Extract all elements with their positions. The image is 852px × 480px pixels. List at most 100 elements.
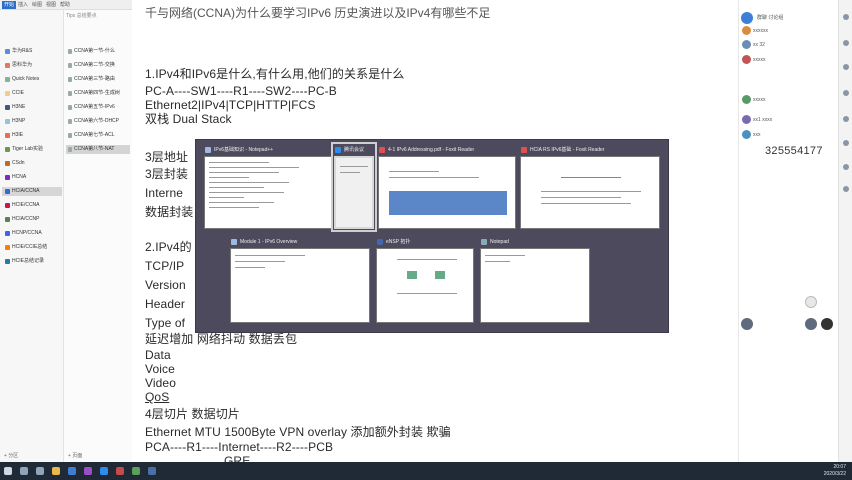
start-icon[interactable] xyxy=(4,467,12,475)
strip-icon[interactable] xyxy=(843,40,849,46)
preview-line xyxy=(209,177,249,178)
note-line-link[interactable]: QoS xyxy=(145,390,169,404)
search-icon[interactable] xyxy=(20,467,28,475)
menu-help[interactable]: 帮助 xyxy=(60,1,70,9)
page-icon xyxy=(68,91,72,96)
preview-line xyxy=(209,197,244,198)
note-title-partial: 千与网络(CCNA)为什么要学习IPv6 历史演进以及IPv4有哪些不足 xyxy=(145,6,491,20)
sidebar-item[interactable]: HCIE/CCIE总结 xyxy=(2,243,62,252)
preview-line xyxy=(209,172,279,173)
app-icon xyxy=(379,147,385,153)
note-line: Ethernet2|IPv4|TCP|HTTP|FCS xyxy=(145,98,316,112)
menu-home[interactable]: 开始 xyxy=(2,1,17,9)
window-title: Notepad xyxy=(480,237,590,247)
window-thumb[interactable]: 4-1 IPv6 Addressing.pdf - Foxit Reader xyxy=(378,145,516,229)
sidebar-item-selected[interactable]: HCIA/CCNA xyxy=(2,187,62,196)
preview-line xyxy=(209,202,274,203)
mic-icon[interactable] xyxy=(821,318,833,330)
app-icon xyxy=(205,147,211,153)
sidebar-item[interactable]: HCIE/CCNA xyxy=(2,201,62,210)
strip-icon[interactable] xyxy=(843,140,849,146)
window-title: IPv6基础知识 - Notepad++ xyxy=(204,145,332,155)
section-icon xyxy=(5,231,10,236)
page-item[interactable]: CCNA第四节-生成树 xyxy=(66,89,130,98)
window-thumb[interactable]: eNSP 拓扑 xyxy=(376,237,474,323)
strip-icon[interactable] xyxy=(843,186,849,192)
task-view-icon[interactable] xyxy=(36,467,44,475)
preview-line xyxy=(209,192,284,193)
page-item-selected[interactable]: CCNA第八节-NAT xyxy=(66,145,130,154)
sidebar-item[interactable]: Tiger Lab实验 xyxy=(2,145,62,154)
qq-number: 325554177 xyxy=(765,145,823,157)
window-thumb-selected[interactable]: 腾讯会议 xyxy=(331,142,377,232)
pdf-reader-icon[interactable] xyxy=(116,467,124,475)
window-thumb[interactable]: HCIA RS IPv6基础 - Foxit Reader xyxy=(520,145,660,229)
sidebar-item[interactable]: H3IE xyxy=(2,131,62,140)
section-icon xyxy=(5,91,10,96)
section-icon xyxy=(5,147,10,152)
menu-view[interactable]: 视图 xyxy=(46,1,56,9)
strip-icon[interactable] xyxy=(843,164,849,170)
sidebar-item[interactable]: 思科华为 xyxy=(2,61,62,70)
avatar-icon[interactable] xyxy=(741,318,753,330)
preview-block xyxy=(435,271,445,279)
meeting-icon[interactable] xyxy=(741,12,753,24)
window-preview xyxy=(376,248,474,323)
meeting-app-icon[interactable] xyxy=(100,467,108,475)
chat-row: xxxxx xyxy=(753,57,766,63)
chat-row: xxx xyxy=(753,132,761,138)
browser-icon[interactable] xyxy=(68,467,76,475)
note-line: 4层切片 数据切片 xyxy=(145,407,240,421)
add-section-button[interactable]: + 分区 xyxy=(4,452,18,460)
clock[interactable]: 20:07 2020/3/22 xyxy=(824,464,846,478)
sidebar-item[interactable]: H3NP xyxy=(2,117,62,126)
menu-draw[interactable]: 绘图 xyxy=(32,1,42,9)
pages-search-label[interactable]: Tips 总结要点 xyxy=(66,12,128,19)
page-icon xyxy=(68,63,72,68)
camera-icon[interactable] xyxy=(805,318,817,330)
ensp-icon[interactable] xyxy=(148,467,156,475)
page-item[interactable]: CCNA第五节-IPv6 xyxy=(66,103,130,112)
notepad-icon[interactable] xyxy=(132,467,140,475)
sidebar-item[interactable]: H3NE xyxy=(2,103,62,112)
window-thumb[interactable]: Module 1 - IPv6 Overview xyxy=(230,237,370,323)
sidebar-item[interactable]: HCIE总结记录 xyxy=(2,257,62,266)
add-page-button[interactable]: + 页面 xyxy=(68,452,82,460)
chat-row: xx1 xxxx xyxy=(753,117,773,123)
section-icon xyxy=(5,175,10,180)
strip-icon[interactable] xyxy=(843,116,849,122)
menu-insert[interactable]: 插入 xyxy=(18,1,28,9)
sidebar-item[interactable]: Quick Notes xyxy=(2,75,62,84)
page-item[interactable]: CCNA第二节-交换 xyxy=(66,61,130,70)
preview-line xyxy=(485,255,525,256)
window-thumb[interactable]: IPv6基础知识 - Notepad++ xyxy=(204,145,332,229)
note-line: Interne xyxy=(145,186,184,200)
sidebar-item[interactable]: HCIA/CCNP xyxy=(2,215,62,224)
strip-icon[interactable] xyxy=(843,90,849,96)
section-icon xyxy=(5,77,10,82)
page-item[interactable]: CCNA第一节-什么 xyxy=(66,47,130,56)
onenote-icon[interactable] xyxy=(84,467,92,475)
note-line: 延迟增加 网络抖动 数据丢包 xyxy=(145,332,298,346)
preview-block xyxy=(389,191,507,215)
window-title: 腾讯会议 xyxy=(334,145,374,155)
sidebar-item[interactable]: HCNA xyxy=(2,173,62,182)
page-item[interactable]: CCNA第六节-DHCP xyxy=(66,117,130,126)
strip-icon[interactable] xyxy=(843,64,849,70)
page-item[interactable]: CCNA第七节-ACL xyxy=(66,131,130,140)
page-item[interactable]: CCNA第三节-路由 xyxy=(66,75,130,84)
folder-icon[interactable] xyxy=(52,467,60,475)
sidebar-item[interactable]: CSdn xyxy=(2,159,62,168)
sidebar-item[interactable]: 华为R&S xyxy=(2,47,62,56)
speech-bubble-icon[interactable] xyxy=(805,296,817,308)
app-icon xyxy=(481,239,487,245)
window-thumb[interactable]: Notepad xyxy=(480,237,590,323)
desktop-screen: 开始 插入 绘图 视图 帮助 华为R&S 思科华为 Quick Notes CC… xyxy=(0,0,852,480)
strip-icon[interactable] xyxy=(843,14,849,20)
section-icon xyxy=(5,63,10,68)
note-line: 双栈 Dual Stack xyxy=(145,112,232,126)
chat-row[interactable]: 群聊 讨论组 xyxy=(757,14,783,21)
sidebar-item[interactable]: HCNP/CCNA xyxy=(2,229,62,238)
sidebar-item[interactable]: CCIE xyxy=(2,89,62,98)
app-icon xyxy=(231,239,237,245)
